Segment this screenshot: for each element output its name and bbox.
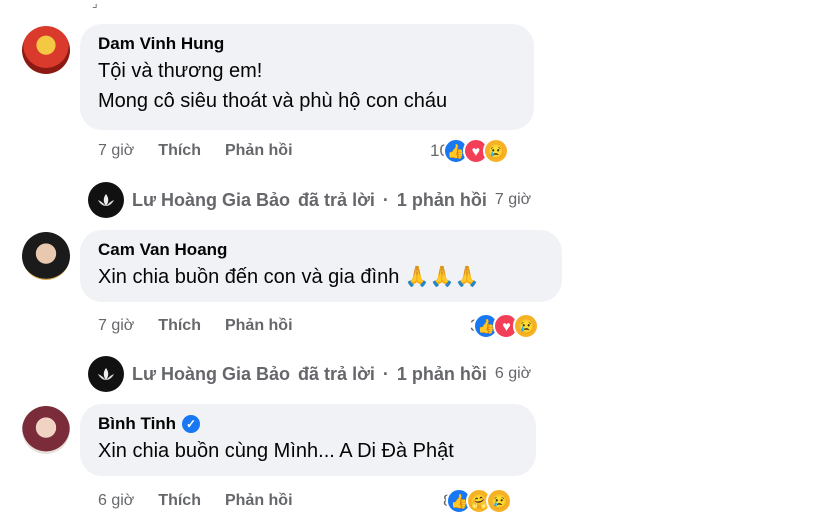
sad-icon: 😢 (513, 313, 540, 339)
comment-text-line: Mong cô siêu thoát và phù hộ con cháu (98, 90, 448, 112)
reply-action: đã trả lời (298, 363, 375, 384)
scroll-overflow-indicator: ⌟ (92, 0, 98, 10)
reply-button[interactable]: Phản hồi (225, 317, 293, 335)
sad-icon: 😢 (482, 138, 509, 164)
comment-actions: 7 giờ Thích Phản hồi (98, 142, 293, 160)
comment-author[interactable]: Dam Vinh Hung (98, 34, 516, 54)
like-button[interactable]: Thích (158, 317, 201, 335)
sad-icon: 😢 (486, 488, 513, 514)
comment-bubble: Bình Tinh ✓ Xin chia buồn cùng Mình... A… (80, 404, 536, 476)
reply-action: đã trả lời (298, 189, 375, 210)
like-button[interactable]: Thích (158, 492, 201, 510)
reply-button[interactable]: Phản hồi (225, 492, 293, 510)
avatar (88, 356, 124, 392)
comment-time[interactable]: 6 giờ (98, 492, 134, 510)
reply-time: 6 giờ (494, 365, 532, 382)
lotus-icon (98, 368, 114, 380)
reply-count: 1 phản hồi (396, 363, 487, 384)
reply-separator: · (382, 189, 389, 210)
comment-actions: 6 giờ Thích Phản hồi (98, 492, 293, 510)
comment-bubble: Cam Van Hoang Xin chia buồn đến con và g… (80, 230, 562, 302)
reaction-summary[interactable]: 3 👍 ♥ 😢 (470, 313, 540, 339)
view-replies-link[interactable]: Lư Hoàng Gia Bảo đã trả lời · 1 phản hồi… (88, 182, 531, 218)
avatar (88, 182, 124, 218)
comment-text-line: Xin chia buồn cùng Mình... A Di Đà Phật (98, 440, 454, 462)
avatar[interactable] (22, 232, 70, 280)
lotus-icon (98, 194, 114, 206)
reply-author: Lư Hoàng Gia Bảo (132, 363, 291, 384)
view-replies-link[interactable]: Lư Hoàng Gia Bảo đã trả lời · 1 phản hồi… (88, 356, 531, 392)
comment-time[interactable]: 7 giờ (98, 317, 134, 335)
comment-author[interactable]: Cam Van Hoang (98, 240, 544, 260)
comment-text-line: Xin chia buồn đến con và gia đình 🙏🙏🙏 (98, 266, 480, 288)
reaction-summary[interactable]: 8 👍 🤗 😢 (443, 488, 513, 514)
reply-button[interactable]: Phản hồi (225, 142, 293, 160)
like-button[interactable]: Thích (158, 142, 201, 160)
reply-count: 1 phản hồi (396, 189, 487, 210)
verified-badge-icon: ✓ (182, 415, 201, 433)
comment-bubble: Dam Vinh Hung Tội và thương em! Mong cô … (80, 24, 534, 130)
reaction-summary[interactable]: 10 👍 ♥ 😢 (430, 138, 509, 164)
comment-text-line: Tội và thương em! (98, 60, 263, 82)
comment-author[interactable]: Bình Tinh ✓ (98, 414, 518, 434)
comment-actions: 7 giờ Thích Phản hồi (98, 317, 293, 335)
reply-time: 7 giờ (494, 191, 532, 208)
reply-author: Lư Hoàng Gia Bảo (132, 189, 291, 210)
reply-separator: · (382, 363, 389, 384)
comment-time[interactable]: 7 giờ (98, 142, 134, 160)
avatar[interactable] (22, 26, 70, 74)
avatar[interactable] (22, 406, 70, 454)
